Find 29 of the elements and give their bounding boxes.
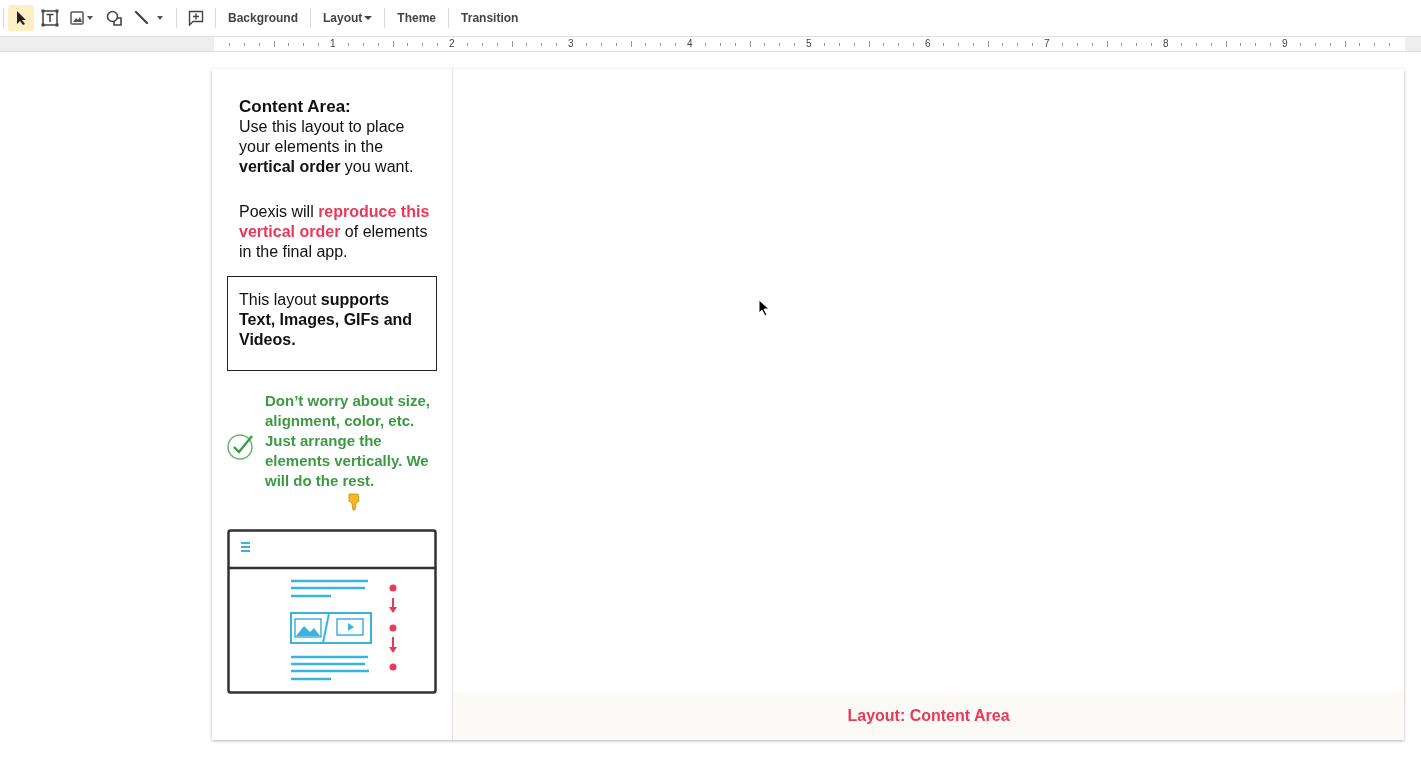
ruler-number: 8 (1163, 37, 1169, 51)
ruler-number: 5 (806, 37, 812, 51)
pointer-icon (14, 10, 28, 26)
ruler-number: 3 (568, 37, 574, 51)
mouse-cursor-icon (758, 299, 770, 317)
shapes-icon (106, 10, 122, 26)
checkmark-circle-icon (227, 432, 255, 460)
toolbar-button[interactable]: Theme (391, 5, 443, 31)
ruler-number: 7 (1044, 37, 1050, 51)
tip-text: Don’t worry about size, alignment, color, etc. Just arrange the elements vertically. We will do the rest. (265, 391, 431, 491)
ruler-number: 2 (449, 37, 455, 51)
bordered-note: This layout supports Text, Images, GIFs and Videos. (227, 276, 437, 371)
image-icon (70, 11, 94, 25)
comment-plus-icon (188, 10, 204, 26)
layout-label: Layout: Content Area (847, 707, 1010, 725)
ruler-number: 4 (687, 37, 693, 51)
line-icon (134, 11, 166, 25)
toolbar-button[interactable]: Background (222, 5, 304, 31)
ruler-number: 6 (925, 37, 931, 51)
ruler-number: 1 (330, 37, 336, 51)
hand-pointing-down-icon (346, 493, 361, 511)
heading: Content Area: (239, 97, 352, 117)
note-paragraph: Poexis will reproduce this vertical order of elements in the final app. (238, 202, 431, 262)
ruler-number: 9 (1282, 37, 1288, 51)
toolbar-button[interactable]: Layout (317, 5, 379, 31)
select-tool-button[interactable] (8, 5, 34, 31)
toolbar-button[interactable]: Transition (455, 5, 525, 31)
intro-paragraph: Use this layout to place your elements in the vertical order you want. (239, 117, 415, 177)
text-box-icon (41, 9, 59, 27)
